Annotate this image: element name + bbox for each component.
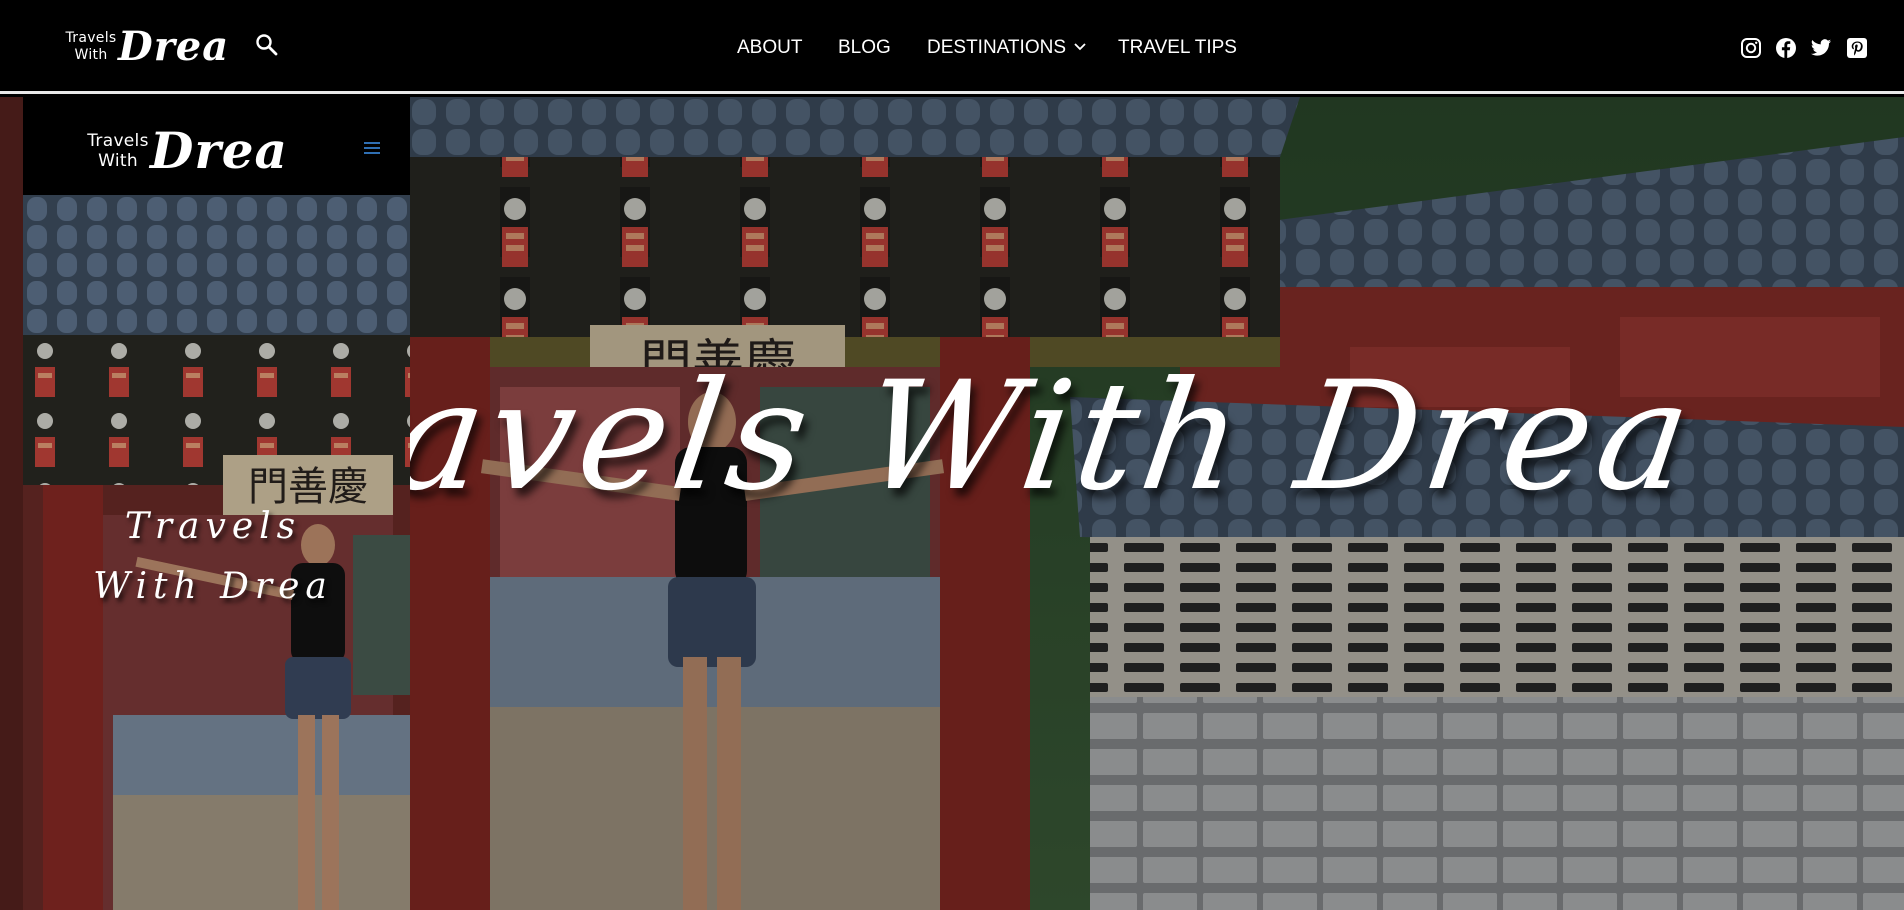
nav-item-destinations-label: DESTINATIONS xyxy=(927,37,1066,58)
nav-item-blog[interactable]: BLOG xyxy=(838,36,891,60)
mobile-preview: Travels With Drea 門善慶 Travels With Drea xyxy=(23,97,410,910)
twitter-icon[interactable] xyxy=(1810,37,1832,59)
main-nav: ABOUT BLOG DESTINATIONS TRAVEL TIPS xyxy=(0,36,1904,60)
mobile-logo-big-text: Drea xyxy=(150,121,288,180)
nav-item-travel-tips[interactable]: TRAVEL TIPS xyxy=(1118,36,1237,60)
nav-item-destinations[interactable]: DESTINATIONS xyxy=(927,36,1086,60)
hamburger-menu-icon[interactable] xyxy=(362,139,382,157)
facebook-icon[interactable] xyxy=(1775,37,1797,59)
nav-item-about[interactable]: ABOUT xyxy=(737,36,802,60)
pinterest-icon[interactable] xyxy=(1846,37,1868,59)
mobile-logo-small-text: Travels With xyxy=(87,131,149,171)
instagram-icon[interactable] xyxy=(1740,37,1762,59)
mobile-logo[interactable]: Travels With Drea xyxy=(78,123,287,179)
chevron-down-icon xyxy=(1074,34,1086,58)
mobile-header: Travels With Drea xyxy=(23,97,410,195)
site-header: Travels With Drea ABOUT BLOG DESTINATION… xyxy=(0,0,1904,94)
mobile-hero-title: Travels With Drea xyxy=(93,506,333,607)
